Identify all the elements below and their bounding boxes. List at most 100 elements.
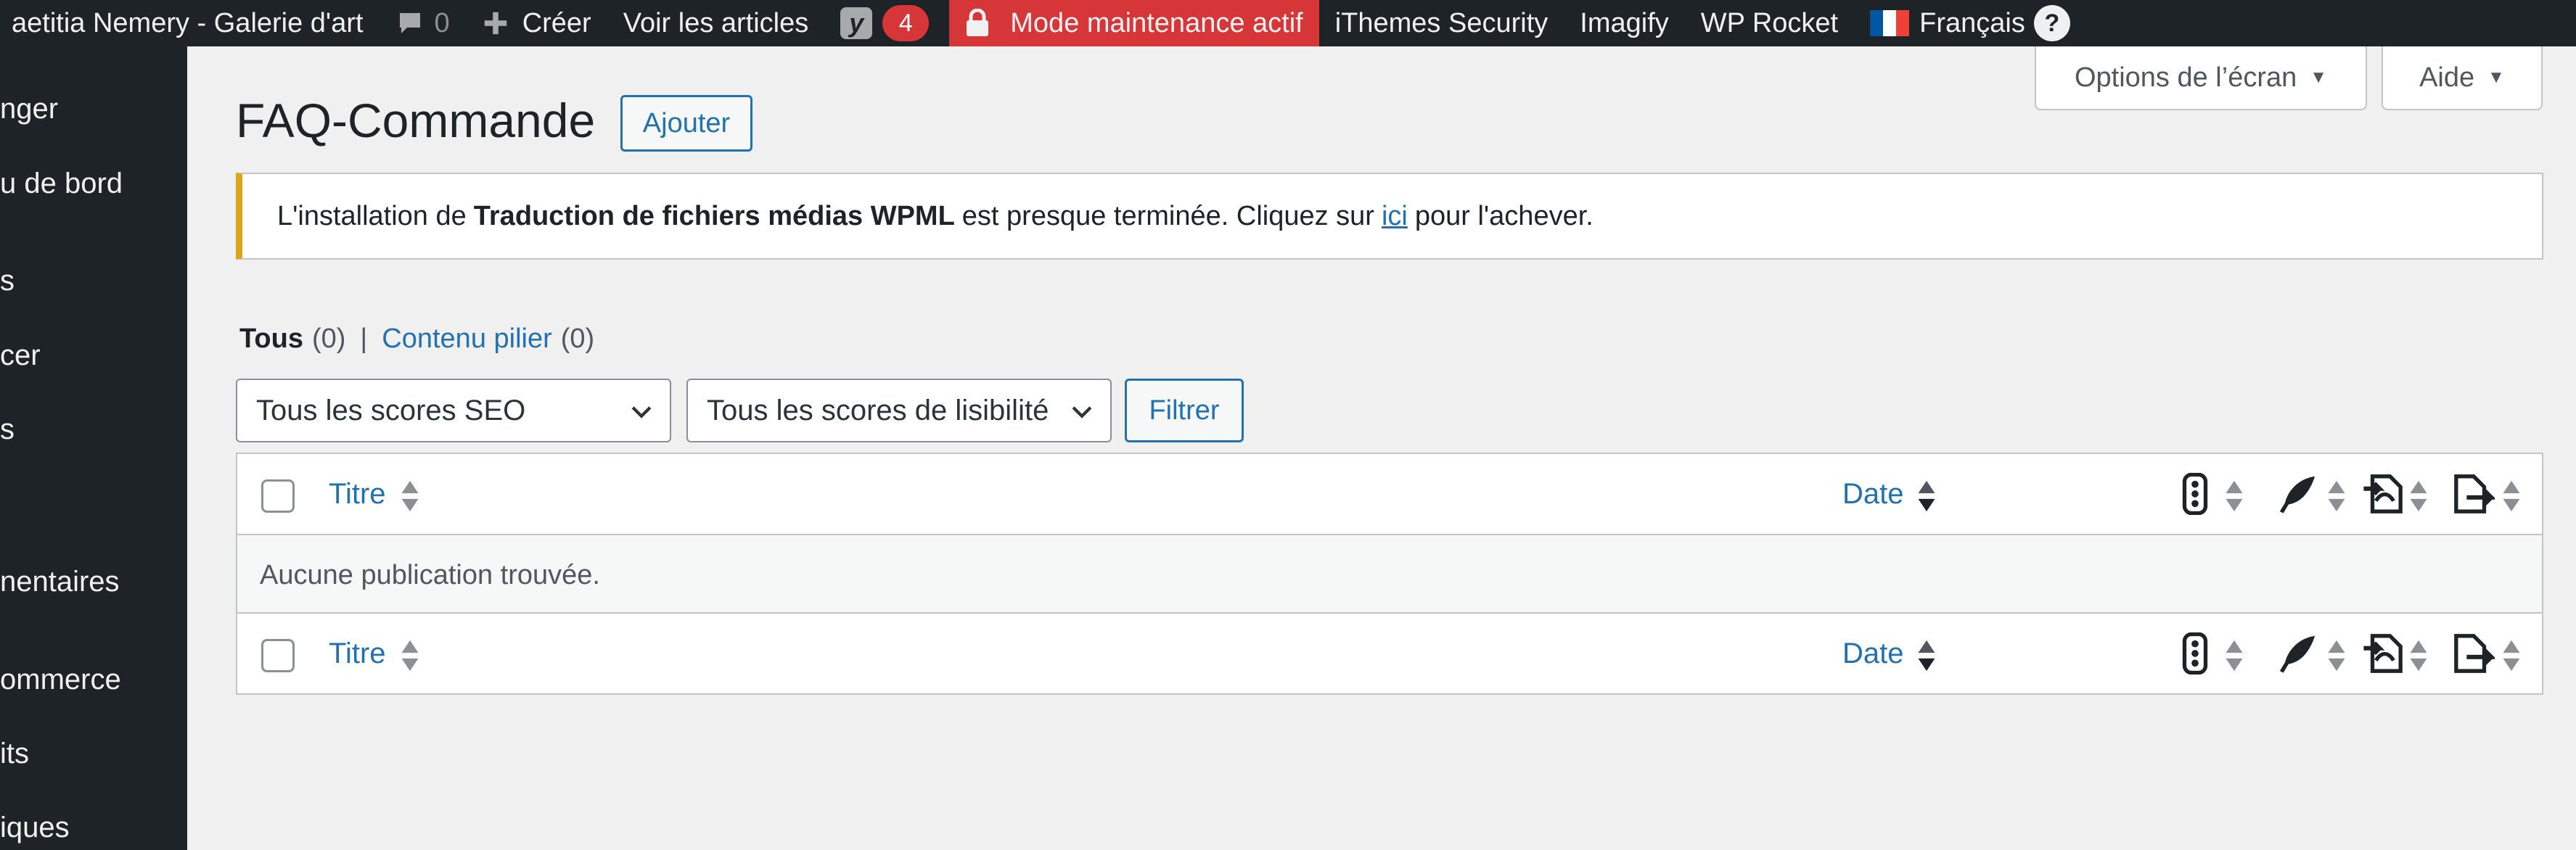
help-tab-label: Aide (2419, 62, 2475, 93)
readability-icon[interactable] (2276, 632, 2318, 674)
sidebar-item-label: its (0, 738, 29, 769)
caret-down-icon: ▼ (2487, 67, 2505, 87)
view-all[interactable]: Tous (239, 323, 303, 355)
wp-rocket-label: WP Rocket (1700, 7, 1839, 38)
sidebar-item-label: s (0, 265, 15, 297)
seo-score-icon[interactable] (2174, 632, 2216, 674)
sidebar-item-analytics[interactable]: iques (0, 812, 70, 844)
sort-icon[interactable] (2501, 479, 2522, 513)
sort-icon[interactable] (2501, 639, 2522, 672)
sort-icon[interactable] (2224, 479, 2244, 513)
comments-count: 0 (434, 7, 450, 38)
table-footer-row: Titre Date (237, 614, 2542, 693)
sidebar-item-posts[interactable]: s (0, 265, 15, 297)
imagify-label: Imagify (1580, 7, 1669, 38)
view-all-count: (0) (311, 323, 346, 354)
notice-text-middle: est presque terminée. Cliquez sur (961, 200, 1374, 231)
ithemes-security-link[interactable]: iThemes Security (1319, 0, 1564, 46)
french-flag-icon (1870, 10, 1910, 36)
yoast-menu[interactable]: y 4 (824, 0, 945, 46)
imagify-link[interactable]: Imagify (1564, 0, 1684, 46)
sidebar-item-label: nentaires (0, 566, 120, 598)
view-pillar-content[interactable]: Contenu pilier (382, 323, 551, 355)
sidebar-item-label: nger (0, 93, 59, 125)
sidebar-item-commerce[interactable]: cer (0, 339, 41, 372)
screen-options-label: Options de l’écran (2074, 62, 2297, 93)
site-name-link[interactable]: aetitia Nemery - Galerie d'art (0, 0, 380, 46)
caret-down-icon: ▼ (2310, 67, 2328, 87)
yoast-notification-count: 4 (882, 5, 930, 41)
lock-icon (967, 9, 989, 36)
readability-select-value: Tous les scores de lisibilité (707, 394, 1049, 426)
sidebar-item-pages[interactable]: s (0, 413, 15, 446)
admin-bar: aetitia Nemery - Galerie d'art 0 Créer V… (0, 0, 2576, 46)
inbound-links-icon[interactable] (2362, 632, 2404, 674)
comments-link[interactable]: 0 (380, 0, 466, 46)
table-header-row: Titre Date (237, 454, 2542, 534)
language-label: Français (1919, 7, 2025, 38)
column-date-header[interactable]: Date (1842, 478, 1904, 511)
help-tab-button[interactable]: Aide ▼ (2382, 46, 2543, 110)
sidebar-item-dashboard[interactable]: u de bord (0, 168, 123, 200)
ithemes-label: iThemes Security (1334, 7, 1549, 38)
maintenance-label: Mode maintenance actif (1010, 7, 1303, 38)
sidebar-item-label: ommerce (0, 664, 121, 696)
sidebar-item-label: s (0, 413, 15, 445)
sort-icon[interactable] (2408, 479, 2429, 513)
plus-icon (484, 12, 506, 35)
help-circle-icon[interactable]: ? (2033, 5, 2070, 41)
view-filters: Tous (0) | Contenu pilier (0) (239, 323, 594, 355)
notice-link[interactable]: ici (1382, 201, 1408, 232)
sort-icon[interactable] (2408, 639, 2429, 672)
notice-text-after: pour l'achever. (1414, 200, 1593, 231)
inbound-links-icon[interactable] (2362, 473, 2404, 515)
view-separator: | (360, 323, 368, 354)
seo-score-icon[interactable] (2174, 473, 2216, 515)
view-posts-label: Voir les articles (623, 7, 809, 38)
screen-options-button[interactable]: Options de l’écran ▼ (2035, 46, 2367, 110)
maintenance-mode-link[interactable]: Mode maintenance actif (949, 0, 1319, 46)
view-posts-link[interactable]: Voir les articles (607, 0, 825, 46)
sort-icon[interactable] (2326, 479, 2347, 513)
outbound-links-icon[interactable] (2453, 473, 2495, 515)
sidebar-item-woocommerce[interactable]: ommerce (0, 664, 121, 696)
chevron-down-icon (1072, 406, 1092, 418)
new-content-link[interactable]: Créer (466, 0, 607, 46)
notice-text-before: L'installation de (277, 200, 467, 231)
new-content-label: Créer (522, 7, 591, 38)
column-title-header[interactable]: Titre (329, 478, 386, 511)
select-all-checkbox-footer[interactable] (261, 639, 295, 672)
site-name: aetitia Nemery - Galerie d'art (12, 7, 364, 38)
sort-icon[interactable] (400, 479, 420, 513)
sidebar-item-label: iques (0, 812, 70, 843)
sidebar-item-products[interactable]: its (0, 738, 29, 770)
yoast-icon: y (840, 7, 873, 39)
sidebar-item-comments[interactable]: nentaires (0, 566, 120, 598)
language-switcher[interactable]: Français ? (1854, 0, 2086, 46)
chevron-down-icon (631, 406, 652, 418)
admin-sidebar: nger u de bord s cer s nentaires ommerce… (0, 46, 187, 850)
wp-rocket-link[interactable]: WP Rocket (1685, 0, 1854, 46)
sidebar-item-label: u de bord (0, 168, 123, 199)
sidebar-item-manager[interactable]: nger (0, 93, 58, 125)
seo-score-select[interactable]: Tous les scores SEO (236, 379, 671, 442)
sort-icon[interactable] (2224, 639, 2244, 672)
column-title-footer[interactable]: Titre (329, 638, 386, 670)
readability-icon[interactable] (2276, 473, 2318, 515)
wpml-notice: L'installation de Traduction de fichiers… (236, 173, 2543, 260)
no-items-message: Aucune publication trouvée. (260, 560, 600, 590)
filter-button[interactable]: Filtrer (1125, 379, 1244, 442)
table-row: Aucune publication trouvée. (237, 534, 2542, 614)
page-title: FAQ-Commande (236, 94, 596, 147)
sort-icon[interactable] (2326, 639, 2347, 672)
outbound-links-icon[interactable] (2453, 632, 2495, 674)
comment-icon (399, 13, 420, 33)
sidebar-item-label: cer (0, 339, 41, 371)
add-new-button[interactable]: Ajouter (620, 95, 752, 152)
readability-score-select[interactable]: Tous les scores de lisibilité (686, 379, 1112, 442)
select-all-checkbox[interactable] (261, 479, 295, 513)
sort-desc-icon[interactable] (1916, 639, 1937, 672)
sort-icon[interactable] (400, 639, 420, 672)
column-date-footer[interactable]: Date (1842, 638, 1904, 670)
sort-desc-icon[interactable] (1916, 479, 1937, 513)
